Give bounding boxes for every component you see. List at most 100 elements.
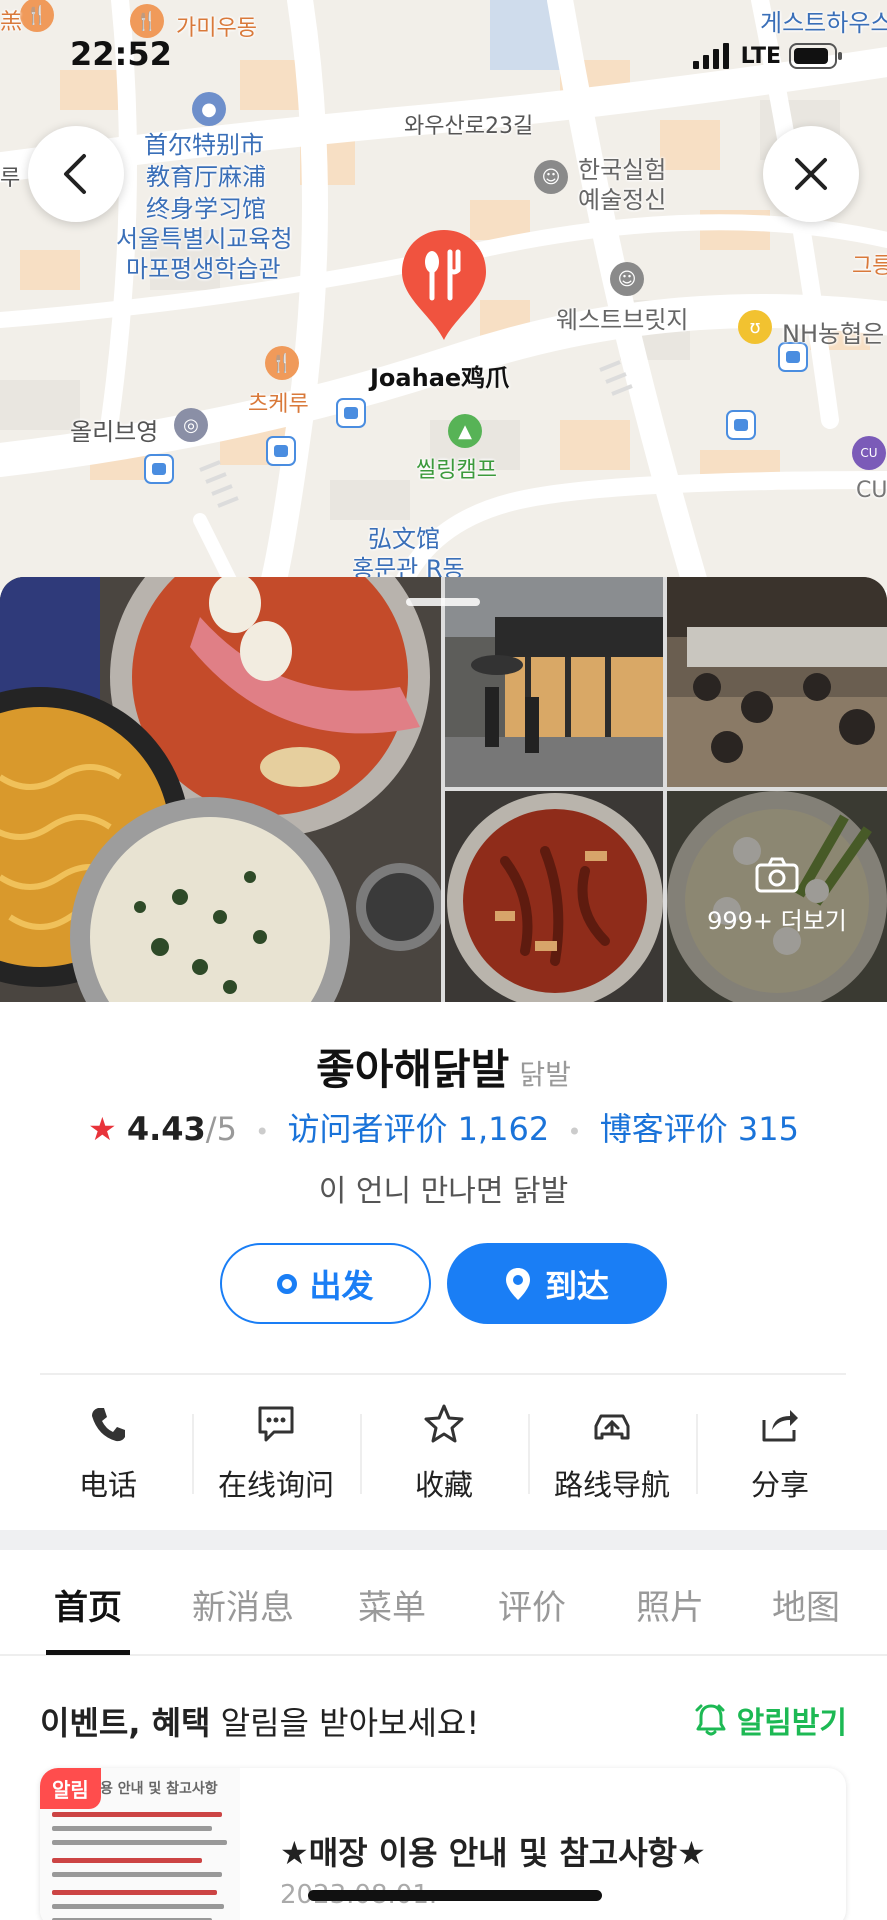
blog-reviews-link[interactable]: 博客评价 315 — [600, 1110, 799, 1148]
education-poi-icon[interactable]: ● — [192, 92, 226, 126]
photo-main[interactable] — [0, 577, 441, 1002]
thumbnail-text-line — [52, 1872, 222, 1877]
dish-photo — [445, 791, 663, 1002]
car-route-icon — [594, 1414, 630, 1440]
event-section-title: 이벤트, 혜택 알림을 받아보세요! — [40, 1698, 479, 1744]
status-indicators: LTE — [692, 42, 843, 70]
event-thumbnail: 용 안내 및 참고사항 알림 — [40, 1768, 240, 1920]
bus-stop-icon[interactable] — [144, 454, 174, 484]
photo-gallery[interactable]: 999+ 더보기 — [0, 577, 887, 1002]
map-view[interactable]: 🍴 🍴 ● ☺ ☺ ʊ 🍴 ◎ ▲ CU 가미우동 게스트하우스 와우산로23길… — [0, 0, 887, 590]
star-icon — [424, 1404, 464, 1443]
map-label: 教育厅麻浦 — [146, 163, 266, 191]
active-tab-indicator — [46, 1650, 130, 1655]
action-label: 收藏 — [414, 1468, 473, 1502]
map-label: 羔 — [0, 10, 23, 35]
signal-icon — [692, 43, 729, 69]
notify-label: 알림받기 — [736, 1706, 847, 1741]
notify-button[interactable]: 알림받기 — [693, 1698, 847, 1742]
restaurant-poi-icon[interactable]: 🍴 — [130, 4, 164, 38]
status-time: 22:52 — [70, 35, 172, 73]
photo-storefront[interactable] — [445, 577, 663, 787]
network-type: LTE — [740, 43, 781, 69]
more-photos-label: 999+ 더보기 — [707, 907, 847, 935]
back-button[interactable] — [28, 126, 124, 222]
depart-button[interactable]: 出发 — [220, 1243, 431, 1324]
place-title-row: 좋아해닭발 닭발 — [0, 1036, 887, 1097]
thumbnail-heading: 용 안내 및 참고사항 — [100, 1781, 218, 1797]
tab-photos[interactable]: 照片 — [636, 1580, 704, 1629]
tab-news[interactable]: 新消息 — [192, 1580, 294, 1629]
bus-stop-icon[interactable] — [336, 398, 366, 428]
interior-photo — [667, 577, 887, 787]
battery-icon — [789, 43, 842, 69]
convenience-store-poi-icon[interactable]: CU — [852, 436, 886, 470]
separator-dot: • — [255, 1118, 270, 1146]
event-title-bold: 이벤트, 혜택 — [40, 1704, 211, 1742]
place-name: 좋아해닭발 — [316, 1045, 510, 1094]
photo-interior[interactable] — [667, 577, 887, 787]
map-label: CU — [856, 478, 887, 503]
call-button[interactable]: 电话 — [24, 1394, 192, 1514]
tab-reviews[interactable]: 评价 — [498, 1580, 566, 1629]
home-indicator[interactable] — [308, 1890, 602, 1901]
action-bar: 电话 在线询问 收藏 路线导航 分享 — [24, 1394, 864, 1514]
map-label: 首尔特别市 — [144, 131, 264, 159]
map-label: 终身学习馆 — [146, 195, 266, 223]
action-label: 电话 — [78, 1468, 137, 1502]
tab-home[interactable]: 首页 — [54, 1580, 122, 1629]
map-label: 게스트하우스 — [760, 9, 887, 37]
photo-dish[interactable] — [445, 791, 663, 1002]
camp-poi-icon[interactable]: ▲ — [448, 414, 482, 448]
divider — [40, 1373, 846, 1375]
save-button[interactable]: 收藏 — [360, 1394, 528, 1514]
photo-more[interactable]: 999+ 더보기 — [667, 791, 887, 1002]
rating-value: 4.43 — [126, 1110, 206, 1148]
phone-icon — [92, 1408, 125, 1442]
restaurant-poi-icon[interactable]: 🍴 — [265, 346, 299, 380]
theater-poi-icon[interactable]: ☺ — [534, 160, 568, 194]
map-label: NH농협은 — [782, 320, 885, 348]
bank-poi-icon[interactable]: ʊ — [738, 310, 772, 344]
event-title-rest: 알림을 받아보세요! — [210, 1704, 480, 1742]
thumbnail-text-line — [52, 1858, 202, 1863]
bell-icon — [695, 1704, 726, 1736]
share-button[interactable]: 分享 — [696, 1394, 864, 1514]
thumbnail-text-line — [52, 1826, 212, 1831]
map-label: 그릉 — [852, 254, 887, 279]
food-photo — [0, 577, 441, 1002]
tab-map[interactable]: 地图 — [772, 1580, 840, 1629]
thumbnail-text-line — [52, 1840, 227, 1845]
tab-menu[interactable]: 菜单 — [358, 1580, 426, 1629]
tab-bar: 首页 新消息 菜单 评价 照片 地图 — [0, 1550, 887, 1656]
close-button[interactable] — [763, 126, 859, 222]
map-label: 마포평생학습관 — [126, 255, 281, 283]
map-label: 루 — [0, 166, 21, 191]
bus-stop-icon[interactable] — [266, 436, 296, 466]
map-label: 가미우동 — [176, 16, 257, 41]
theater-poi-icon[interactable]: ☺ — [610, 262, 644, 296]
store-poi-icon[interactable]: ◎ — [174, 408, 208, 442]
bus-stop-icon[interactable] — [726, 410, 756, 440]
rating-row: ★ 4.43/5 • 访问者评价 1,162 • 博客评价 315 — [0, 1104, 887, 1150]
map-label: 예술정신 — [578, 186, 667, 214]
sheet-drag-handle[interactable] — [406, 598, 480, 606]
action-label: 在线询问 — [217, 1468, 334, 1502]
chevron-left-icon — [64, 154, 86, 194]
event-card-title: ★매장 이용 안내 및 참고사항★ — [280, 1834, 706, 1872]
more-photos-overlay[interactable]: 999+ 더보기 — [667, 791, 887, 1002]
location-pin-icon — [505, 1267, 530, 1300]
thumbnail-text-line — [52, 1904, 224, 1909]
location-pin-icon[interactable] — [398, 226, 490, 344]
inquiry-button[interactable]: 在线询问 — [192, 1394, 360, 1514]
alert-badge: 알림 — [40, 1768, 101, 1809]
visitor-reviews-link[interactable]: 访问者评价 1,162 — [287, 1110, 549, 1148]
camera-icon — [755, 857, 799, 893]
action-label: 路线导航 — [553, 1468, 670, 1502]
arrive-button[interactable]: 到达 — [447, 1243, 667, 1324]
chat-icon — [258, 1406, 294, 1442]
navigation-button[interactable]: 路线导航 — [528, 1394, 696, 1514]
close-icon — [795, 158, 827, 190]
map-label: 씰링캠프 — [416, 458, 497, 483]
pin-place-label: Joahae鸡爪 — [370, 364, 510, 392]
